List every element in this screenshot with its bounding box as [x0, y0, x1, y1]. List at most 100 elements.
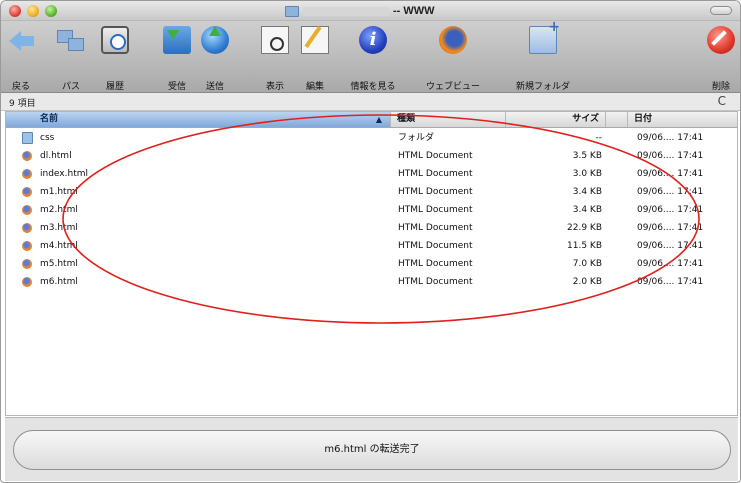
view-document-icon [261, 26, 289, 54]
edit-pencil-icon [301, 26, 329, 54]
path-folders-icon [57, 26, 85, 54]
file-name-cell: m4.html [40, 241, 78, 251]
column-header-spacer [606, 112, 628, 127]
history-button[interactable]: 履歴 [97, 24, 133, 92]
file-size-cell: 11.5 KB [567, 241, 602, 251]
file-kind-cell: HTML Document [398, 241, 473, 251]
get-info-button[interactable]: i 情報を見る [335, 24, 411, 92]
receive-download-icon [163, 26, 191, 54]
file-size-cell: 3.4 KB [572, 187, 602, 197]
edit-button[interactable]: 編集 [297, 24, 333, 92]
table-row[interactable]: index.html HTML Document 3.0 KB 09/06.... 1… [6, 165, 737, 183]
new-folder-button[interactable]: 新規フォルダ [503, 19, 583, 92]
file-list: 名前 ▲ 種類 サイズ 日付 css フォルダ -- 09/06.... 17:41 d… [5, 111, 738, 416]
file-kind-cell: HTML Document [398, 151, 473, 161]
view-button-label: 表示 [265, 82, 284, 92]
item-count: 9 項目 [9, 99, 36, 109]
view-button[interactable]: 表示 [257, 24, 293, 92]
file-date-cell: 09/06.... 17:41 [637, 205, 704, 215]
file-name-cell: m1.html [40, 187, 78, 197]
file-date-cell: 09/06.... 17:41 [637, 133, 704, 143]
zoom-window-button[interactable] [45, 5, 57, 17]
file-name-cell: index.html [40, 169, 88, 179]
table-row[interactable]: m4.html HTML Document 11.5 KB 09/06.... 17:… [6, 237, 737, 255]
path-button[interactable]: パス [53, 24, 89, 92]
column-header-date-label: 日付 [634, 114, 653, 124]
file-date-cell: 09/06.... 17:41 [637, 187, 704, 197]
delete-button-label: 削除 [711, 82, 730, 92]
column-header-row: 名前 ▲ 種類 サイズ 日付 [6, 112, 737, 128]
file-date-cell: 09/06.... 17:41 [637, 277, 704, 287]
file-name-cell: css [40, 133, 55, 143]
send-button[interactable]: 送信 [197, 24, 233, 92]
file-size-cell: 3.0 KB [572, 169, 602, 179]
ftp-client-window: -- WWW 戻る パス 履歴 受信 送信 表示 編集 i 情報を見る ウェブビ… [0, 0, 741, 483]
path-button-label: パス [61, 82, 80, 92]
get-info-button-label: 情報を見る [350, 82, 396, 92]
table-row[interactable]: css フォルダ -- 09/06.... 17:41 [6, 129, 737, 147]
receive-button[interactable]: 受信 [159, 24, 195, 92]
web-view-button[interactable]: ウェブビュー [411, 24, 495, 92]
file-name-cell: dl.html [40, 151, 72, 161]
column-header-kind-label: 種類 [397, 114, 416, 124]
history-button-label: 履歴 [105, 82, 124, 92]
file-name-cell: m5.html [40, 259, 78, 269]
file-date-cell: 09/06.... 17:41 [637, 241, 704, 251]
html-file-icon [22, 151, 32, 161]
html-file-icon [22, 187, 32, 197]
toolbar: 戻る パス 履歴 受信 送信 表示 編集 i 情報を見る ウェブビュー + 新規… [1, 19, 740, 93]
delete-icon [707, 26, 735, 54]
html-file-icon [22, 169, 32, 179]
new-folder-icon [529, 19, 560, 54]
folder-icon [285, 5, 299, 17]
html-file-icon [22, 259, 32, 269]
column-header-name[interactable]: 名前 ▲ [6, 112, 391, 127]
sort-ascending-icon: ▲ [375, 115, 382, 124]
file-kind-cell: HTML Document [398, 223, 473, 233]
info-bar: 9 項目 C [1, 93, 740, 111]
file-name-cell: m6.html [40, 277, 78, 287]
minimize-window-button[interactable] [27, 5, 39, 17]
send-upload-globe-icon [201, 26, 229, 54]
status-message: m6.html の転送完了 [13, 430, 731, 470]
close-window-button[interactable] [9, 5, 21, 17]
file-kind-cell: HTML Document [398, 205, 473, 215]
file-name-cell: m2.html [40, 205, 78, 215]
file-size-cell: 3.5 KB [572, 151, 602, 161]
table-row[interactable]: dl.html HTML Document 3.5 KB 09/06.... 17:4… [6, 147, 737, 165]
send-button-label: 送信 [205, 82, 224, 92]
receive-button-label: 受信 [167, 82, 186, 92]
column-header-date[interactable]: 日付 [628, 112, 737, 127]
delete-button[interactable]: 削除 [705, 24, 737, 92]
info-icon: i [359, 26, 387, 54]
web-view-button-label: ウェブビュー [425, 82, 480, 92]
table-row[interactable]: m3.html HTML Document 22.9 KB 09/06.... 17:… [6, 219, 737, 237]
file-date-cell: 09/06.... 17:41 [637, 169, 704, 179]
title-bar: -- WWW [1, 1, 740, 21]
html-file-icon [22, 241, 32, 251]
table-row[interactable]: m6.html HTML Document 2.0 KB 09/06.... 17:4… [6, 273, 737, 291]
back-button-label: 戻る [11, 82, 30, 92]
toolbar-toggle-button[interactable] [710, 6, 732, 15]
table-row[interactable]: m2.html HTML Document 3.4 KB 09/06.... 17:4… [6, 201, 737, 219]
table-row[interactable]: m1.html HTML Document 3.4 KB 09/06.... 17:4… [6, 183, 737, 201]
file-size-cell: 3.4 KB [572, 205, 602, 215]
html-file-icon [22, 223, 32, 233]
file-date-cell: 09/06.... 17:41 [637, 259, 704, 269]
column-header-kind[interactable]: 種類 [391, 112, 506, 127]
file-kind-cell: HTML Document [398, 259, 473, 269]
back-button[interactable]: 戻る [3, 24, 39, 92]
file-kind-cell: フォルダ [398, 133, 435, 143]
file-kind-cell: HTML Document [398, 277, 473, 287]
firefox-web-icon [439, 26, 467, 54]
file-kind-cell: HTML Document [398, 169, 473, 179]
file-name-cell: m3.html [40, 223, 78, 233]
refresh-icon[interactable]: C [718, 94, 726, 108]
column-header-size[interactable]: サイズ [506, 112, 606, 127]
table-row[interactable]: m5.html HTML Document 7.0 KB 09/06.... 17:4… [6, 255, 737, 273]
folder-icon [22, 132, 33, 144]
file-size-cell: -- [595, 133, 603, 143]
edit-button-label: 編集 [305, 82, 324, 92]
file-size-cell: 22.9 KB [567, 223, 602, 233]
file-size-cell: 2.0 KB [572, 277, 602, 287]
